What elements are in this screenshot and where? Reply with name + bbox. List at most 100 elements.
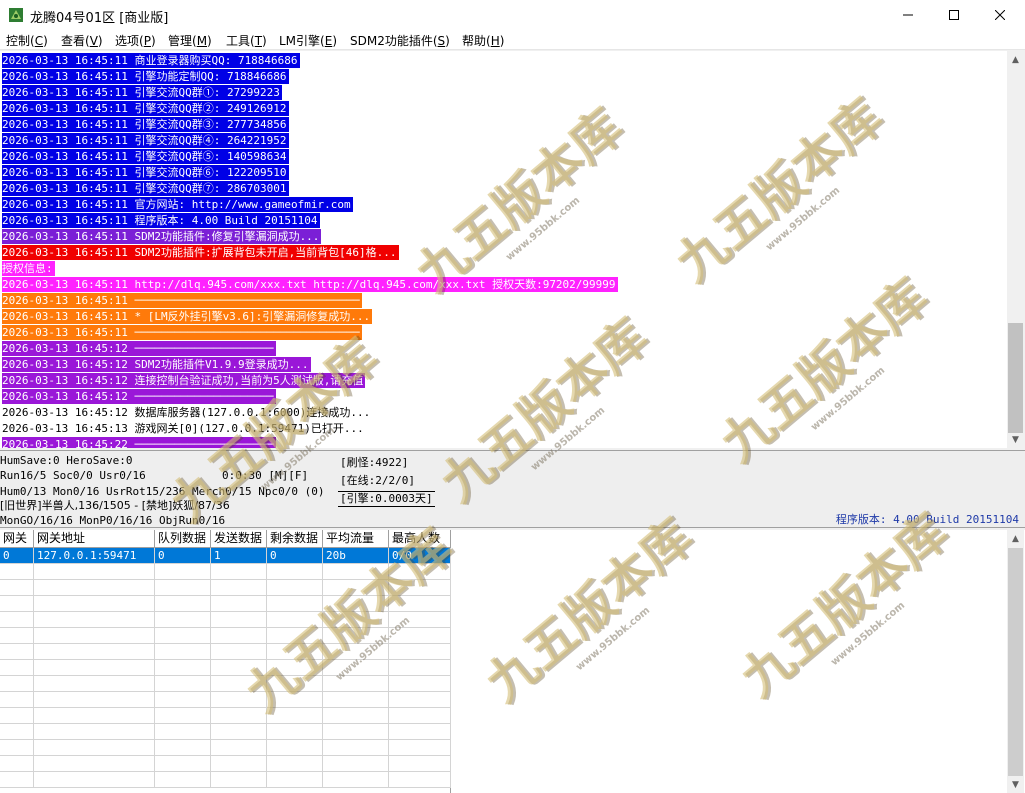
table-cell — [389, 692, 451, 708]
log-line: 2026-03-13 16:45:11 SDM2功能插件:扩展背包未开启,当前背… — [2, 245, 399, 260]
engine-uptime: [引擎:0.0003天] — [338, 491, 435, 507]
table-row[interactable] — [0, 676, 451, 692]
table-cell — [267, 644, 323, 660]
table-cell — [323, 644, 389, 660]
table-cell — [211, 596, 267, 612]
table-row[interactable] — [0, 772, 451, 788]
log-line: 2026-03-13 16:45:11 官方网站: http://www.gam… — [2, 197, 353, 212]
table-cell — [155, 708, 211, 724]
log-scrollbar[interactable]: ▲ ▼ — [1007, 51, 1024, 448]
table-cell — [323, 628, 389, 644]
col-max-users[interactable]: 最高人数 — [389, 530, 451, 548]
table-cell — [389, 660, 451, 676]
table-row[interactable] — [0, 612, 451, 628]
gateway-table[interactable]: 网关 网关地址 队列数据 发送数据 剩余数据 平均流量 最高人数 0 127.0… — [0, 530, 451, 793]
table-row[interactable] — [0, 708, 451, 724]
log-panel[interactable]: 2026-03-13 16:45:11 商业登录器购买QQ: 718846686… — [0, 51, 1007, 448]
cell-max-users: 0/0 — [389, 548, 451, 564]
table-row[interactable] — [0, 740, 451, 756]
table-row[interactable] — [0, 644, 451, 660]
table-cell — [323, 724, 389, 740]
refresh-monster-count: [刷怪:4922] — [340, 456, 409, 469]
cell-avg-traffic: 20b — [323, 548, 389, 564]
log-line: 2026-03-13 16:45:11 引擎交流QQ群④: 264221952 — [2, 133, 289, 148]
grid-scrollbar[interactable]: ▲ ▼ — [1007, 530, 1024, 793]
window-title: 龙腾04号01区 [商业版] — [30, 11, 169, 26]
table-row[interactable] — [0, 756, 451, 772]
table-cell — [34, 644, 155, 660]
table-row[interactable] — [0, 596, 451, 612]
menu-manage[interactable]: 管理(M) — [168, 32, 212, 49]
menu-options[interactable]: 选项(P) — [115, 32, 156, 49]
table-cell — [0, 692, 34, 708]
table-cell — [34, 580, 155, 596]
table-cell — [323, 564, 389, 580]
close-button[interactable] — [977, 0, 1023, 30]
table-cell — [211, 740, 267, 756]
table-cell — [389, 628, 451, 644]
log-line: 2026-03-13 16:45:12 ────────────────────… — [2, 389, 276, 404]
menu-control[interactable]: 控制(C) — [6, 32, 48, 49]
table-cell — [211, 692, 267, 708]
scroll-down-arrow-icon[interactable]: ▼ — [1007, 431, 1024, 448]
table-cell — [323, 612, 389, 628]
table-cell — [389, 596, 451, 612]
menu-lm-engine[interactable]: LM引擎(E) — [279, 32, 337, 49]
table-row[interactable] — [0, 628, 451, 644]
table-row[interactable]: 0 127.0.0.1:59471 0 1 0 20b 0/0 — [0, 548, 451, 564]
table-cell — [211, 644, 267, 660]
log-line: 2026-03-13 16:45:11 商业登录器购买QQ: 718846686 — [2, 53, 300, 68]
scroll-up-arrow-icon[interactable]: ▲ — [1007, 51, 1024, 68]
table-row[interactable] — [0, 692, 451, 708]
col-remaining-data[interactable]: 剩余数据 — [267, 530, 323, 548]
log-line: 2026-03-13 16:45:11 引擎交流QQ群②: 249126912 — [2, 101, 289, 116]
table-cell — [267, 756, 323, 772]
log-line: 2026-03-13 16:45:11 引擎交流QQ群③: 277734856 — [2, 117, 289, 132]
menu-tools[interactable]: 工具(T) — [226, 32, 267, 49]
table-row[interactable] — [0, 660, 451, 676]
col-gateway[interactable]: 网关 — [0, 530, 34, 548]
col-send-data[interactable]: 发送数据 — [211, 530, 267, 548]
col-gateway-address[interactable]: 网关地址 — [34, 530, 155, 548]
log-line: 2026-03-13 16:45:11 程序版本: 4.00 Build 201… — [2, 213, 320, 228]
table-cell — [389, 644, 451, 660]
table-cell — [211, 756, 267, 772]
table-cell — [389, 740, 451, 756]
table-cell — [0, 660, 34, 676]
title-bar[interactable]: 龙腾04号01区 [商业版] — [0, 0, 1025, 30]
table-cell — [34, 676, 155, 692]
online-count: [在线:2/2/0] — [340, 474, 415, 487]
table-cell — [34, 660, 155, 676]
table-cell — [0, 564, 34, 580]
table-cell — [0, 756, 34, 772]
menu-view[interactable]: 查看(V) — [61, 32, 103, 49]
log-line: 2026-03-13 16:45:12 连接控制台验证成功,当前为5人测试版,请… — [2, 373, 366, 388]
log-line: 2026-03-13 16:45:12 数据库服务器(127.0.0.1:600… — [2, 405, 373, 420]
table-row[interactable] — [0, 724, 451, 740]
col-avg-traffic[interactable]: 平均流量 — [323, 530, 389, 548]
grid-scroll-up-arrow-icon[interactable]: ▲ — [1007, 530, 1024, 547]
table-cell — [155, 628, 211, 644]
log-scrollbar-thumb[interactable] — [1008, 323, 1023, 433]
cell-queue-data: 0 — [155, 548, 211, 564]
log-line: 2026-03-13 16:45:13 游戏网关[0](127.0.0.1:59… — [2, 421, 366, 436]
table-cell — [34, 612, 155, 628]
minimize-button[interactable] — [885, 0, 931, 30]
table-row[interactable] — [0, 564, 451, 580]
table-cell — [267, 692, 323, 708]
table-cell — [155, 740, 211, 756]
grid-scroll-down-arrow-icon[interactable]: ▼ — [1007, 776, 1024, 793]
menu-help[interactable]: 帮助(H) — [462, 32, 504, 49]
table-row[interactable] — [0, 580, 451, 596]
col-queue-data[interactable]: 队列数据 — [155, 530, 211, 548]
table-cell — [267, 676, 323, 692]
gateway-panel: 网关 网关地址 队列数据 发送数据 剩余数据 平均流量 最高人数 0 127.0… — [0, 530, 1025, 793]
maximize-button[interactable] — [931, 0, 977, 30]
dragon-app-icon — [9, 8, 23, 22]
menu-sdm2-plugin[interactable]: SDM2功能插件(S) — [350, 32, 450, 49]
grid-scrollbar-thumb[interactable] — [1008, 548, 1023, 776]
table-cell — [155, 660, 211, 676]
table-cell — [389, 756, 451, 772]
table-cell — [211, 580, 267, 596]
maximize-icon — [949, 10, 959, 20]
